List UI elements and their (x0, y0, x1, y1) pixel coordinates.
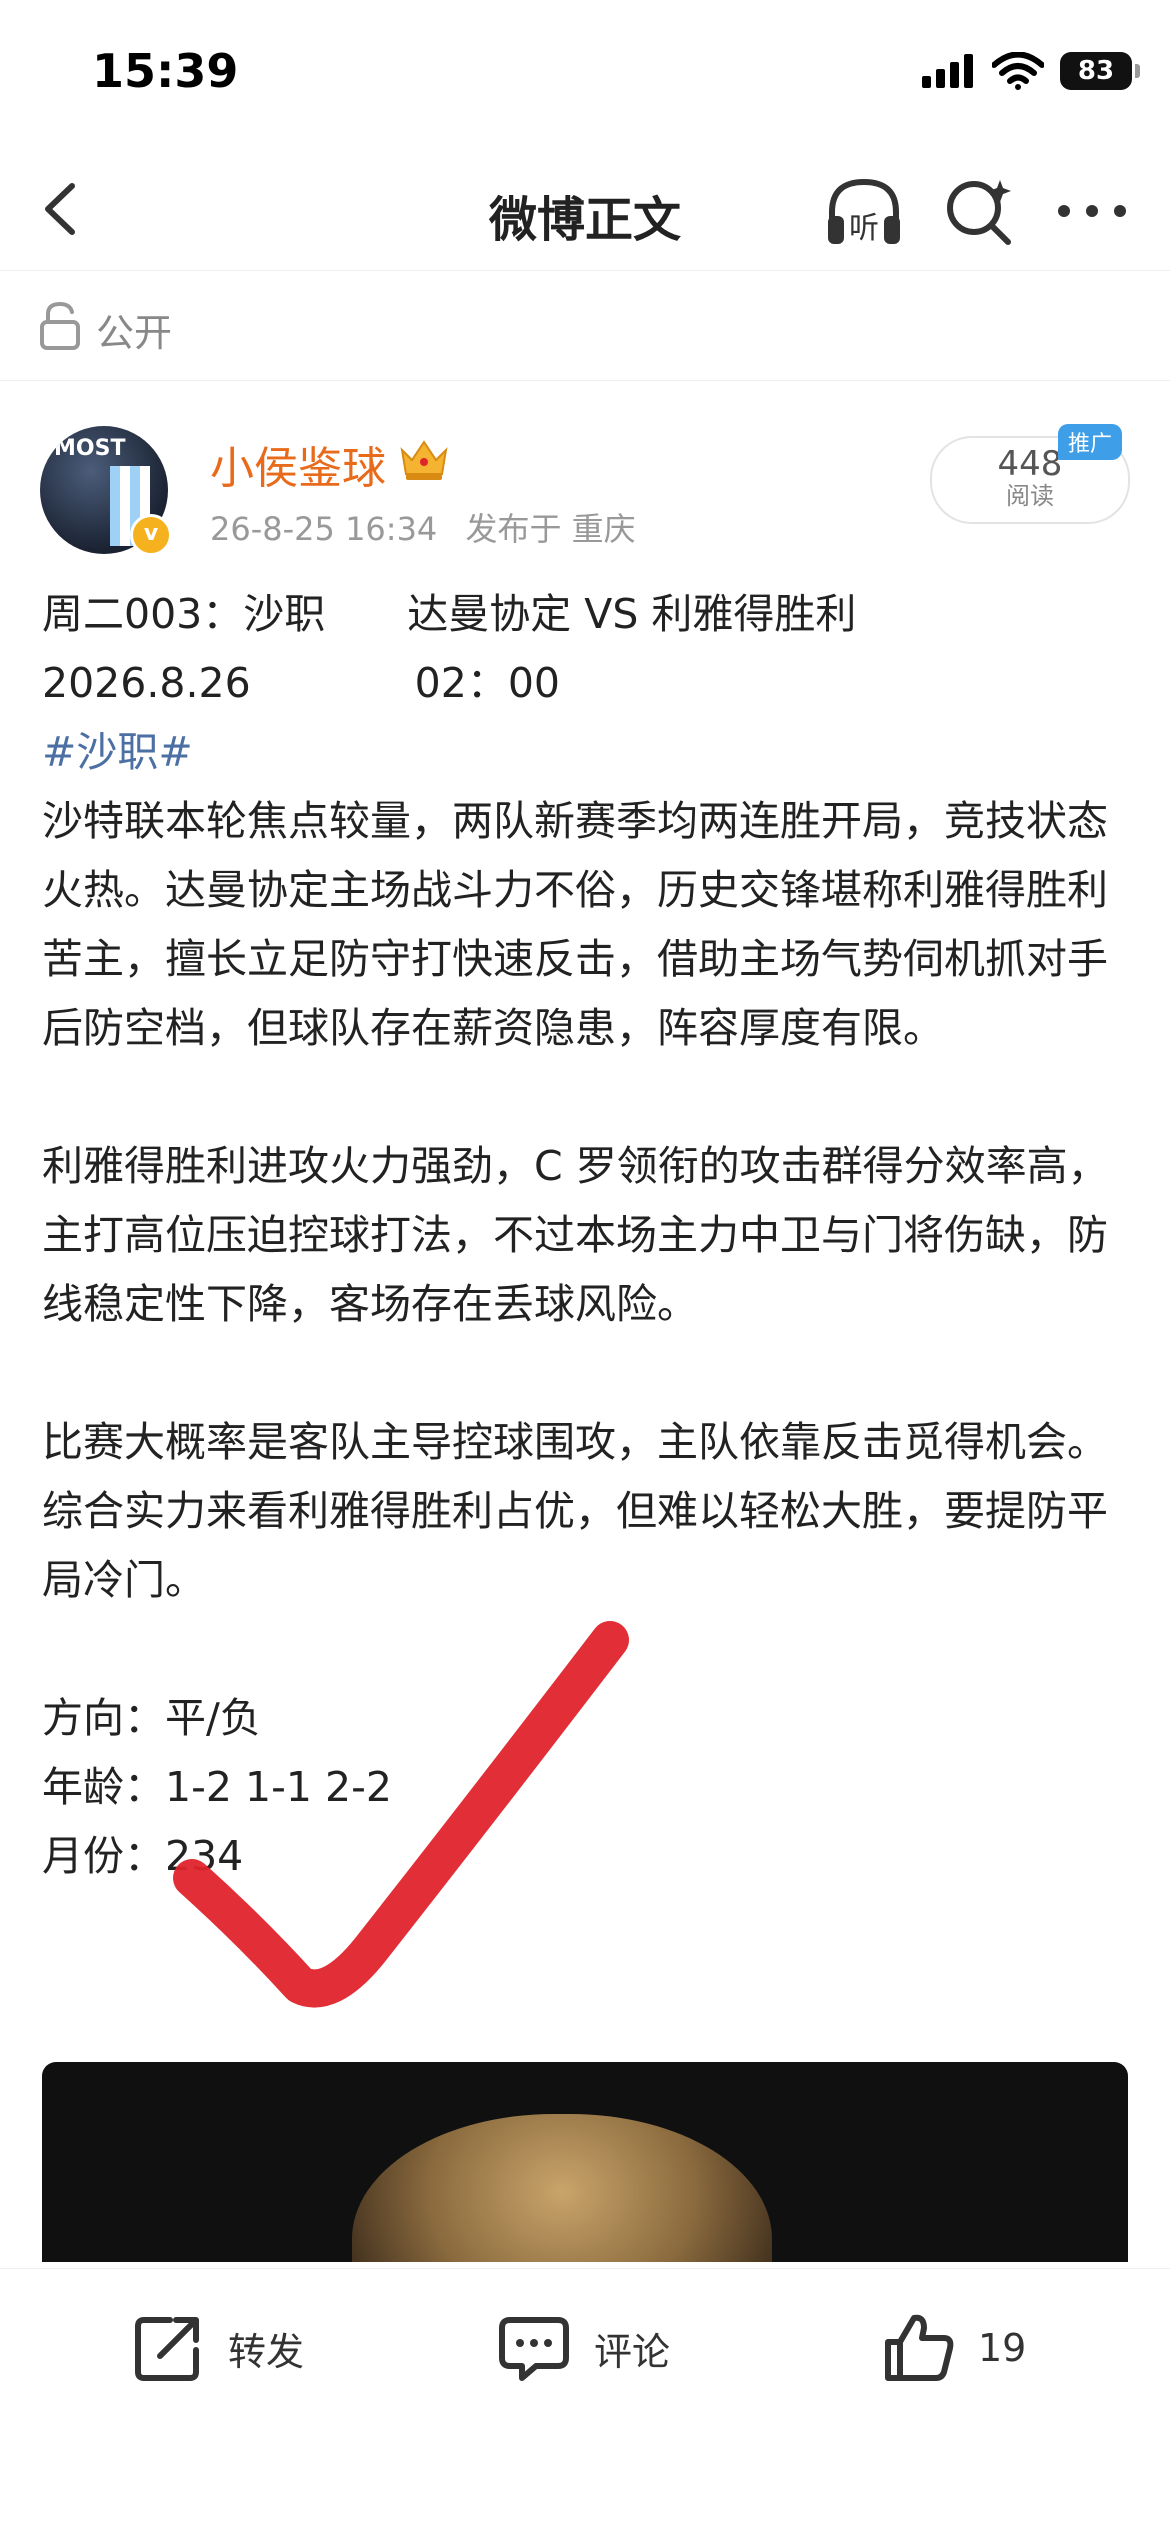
comment-button[interactable]: 评论 (496, 2303, 670, 2393)
promo-tag: 推广 (1058, 424, 1123, 460)
visibility-label: 公开 (96, 311, 173, 355)
avatar-text: MOST (54, 436, 126, 461)
verified-badge-icon: v (130, 514, 172, 556)
thumbs-up-icon (885, 2314, 954, 2381)
status-bar: 15:39 83 (0, 0, 1170, 150)
action-bar: 转发 评论 19 (0, 2268, 1170, 2533)
author-header: MOST v 小侯鉴球 26-8-25 16:34 发布于 重庆 448 阅读 … (0, 400, 1170, 560)
match-line: 周二003：沙职 达曼协定 VS 利雅得胜利 (42, 590, 857, 638)
comment-label: 评论 (594, 2329, 671, 2374)
wifi-icon (992, 52, 1044, 90)
prediction-age: 年龄：1-2 1-1 2-2 (42, 1763, 392, 1811)
status-time: 15:39 (92, 44, 239, 98)
topic-link[interactable]: #沙职# (42, 728, 193, 776)
author-name[interactable]: 小侯鉴球 (210, 432, 386, 496)
cellular-signal-icon (922, 54, 973, 88)
crown-icon (400, 440, 448, 480)
like-count: 19 (978, 2326, 1027, 2370)
more-options-icon[interactable] (1052, 174, 1132, 248)
repost-icon (135, 2317, 199, 2381)
post-image[interactable] (42, 2062, 1128, 2262)
visibility-bar[interactable]: 公开 (0, 272, 1170, 381)
post-date: 26-8-25 16:34 (210, 510, 438, 548)
status-icons: 83 (922, 52, 1140, 90)
unlock-icon (40, 301, 80, 350)
prediction-month: 月份：234 (42, 1832, 244, 1880)
post-paragraph-1: 沙特联本轮焦点较量，两队新赛季均两连胜开局，竞技状态火热。达曼协定主场战斗力不俗… (42, 797, 1108, 1052)
like-button[interactable]: 19 (880, 2303, 1026, 2393)
search-sparkle-icon[interactable] (942, 174, 1016, 248)
battery-indicator: 83 (1060, 52, 1140, 90)
nav-bar: 微博正文 听 (0, 150, 1170, 271)
match-time-line: 2026.8.26 02：00 (42, 659, 561, 707)
back-arrow-icon[interactable] (28, 174, 98, 244)
repost-button[interactable]: 转发 (130, 2303, 304, 2393)
post-content: 周二003：沙职 达曼协定 VS 利雅得胜利 2026.8.26 02：00 #… (42, 580, 1132, 1891)
post-location: 发布于 重庆 (465, 510, 636, 548)
prediction-direction: 方向：平/负 (42, 1694, 261, 1742)
headphones-listen-icon[interactable]: 听 (822, 172, 906, 252)
player-photo (352, 2114, 772, 2262)
post-meta: 26-8-25 16:34 发布于 重庆 (210, 504, 654, 550)
battery-level: 83 (1077, 56, 1115, 86)
post-paragraph-3: 比赛大概率是客队主导控球围攻，主队依靠反击觅得机会。综合实力来看利雅得胜利占优，… (42, 1418, 1108, 1604)
repost-label: 转发 (228, 2329, 305, 2374)
svg-text:听: 听 (849, 211, 879, 246)
post-paragraph-2: 利雅得胜利进攻火力强劲，C 罗领衔的攻击群得分效率高，主打高位压迫控球打法，不过… (42, 1142, 1109, 1328)
read-label: 阅读 (1006, 482, 1054, 510)
comment-icon (499, 2317, 569, 2381)
